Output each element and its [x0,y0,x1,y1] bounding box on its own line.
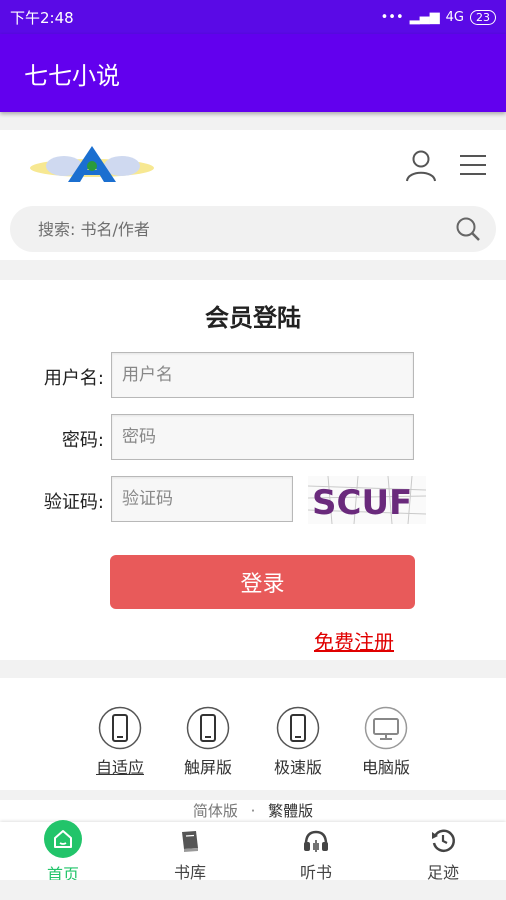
site-logo[interactable] [24,144,160,186]
lang-simplified[interactable]: 简体版 [193,802,238,820]
user-icon[interactable] [404,148,438,182]
battery-icon: 23 [470,9,496,25]
status-time: 下午2:48 [10,8,74,27]
app-title: 七七小说 [24,61,120,90]
tab-library[interactable]: 书库 [150,826,230,883]
phone-icon [186,706,230,750]
captcha-text: SCUF [312,483,412,523]
network-label: 4G [445,9,464,25]
login-title: 会员登陆 [205,304,301,332]
tab-audio[interactable]: 听书 [276,826,356,883]
version-label: 电脑版 [361,758,410,777]
monitor-icon [364,706,408,750]
lang-separator: · [250,802,256,820]
menu-icon[interactable] [458,150,488,180]
status-bar: 下午2:48 ••• ▂▄▆ 4G 23 [0,0,506,34]
version-touch[interactable]: 触屏版 [168,706,248,778]
bottom-strip [0,880,506,900]
headphones-icon [301,826,331,856]
lang-traditional[interactable]: 繁體版 [268,802,313,820]
status-icons: ••• ▂▄▆ 4G 23 [380,9,496,25]
signal-icon: ▂▄▆ [409,9,440,25]
app-bar: 七七小说 [0,34,506,112]
version-desktop[interactable]: 电脑版 [346,706,426,778]
version-label: 极速版 [273,758,322,777]
tab-home[interactable]: 首页 [23,820,103,885]
password-field[interactable] [111,414,414,460]
phone-icon [98,706,142,750]
version-switcher [0,678,506,790]
more-dots-icon: ••• [380,9,404,25]
captcha-image[interactable]: SCUF [308,476,426,524]
book-icon [175,826,205,856]
language-switcher: 简体版 · 繁體版 [0,800,506,822]
history-icon [428,826,458,856]
register-link[interactable]: 免费注册 [314,626,394,655]
username-label: 用户名: [43,368,104,389]
version-adaptive[interactable]: 自适应 [80,706,160,778]
search-icon[interactable] [454,215,482,243]
version-label: 自适应 [95,758,144,777]
captcha-label: 验证码: [43,492,104,513]
captcha-field[interactable] [111,476,293,522]
home-icon [44,820,82,858]
search-bar [10,206,496,252]
login-button[interactable]: 登录 [110,555,415,609]
tab-history[interactable]: 足迹 [403,826,483,883]
username-field[interactable] [111,352,414,398]
phone-icon [276,706,320,750]
version-fast[interactable]: 极速版 [258,706,338,778]
search-input[interactable] [38,219,454,239]
version-label: 触屏版 [183,758,232,777]
password-label: 密码: [61,430,104,451]
